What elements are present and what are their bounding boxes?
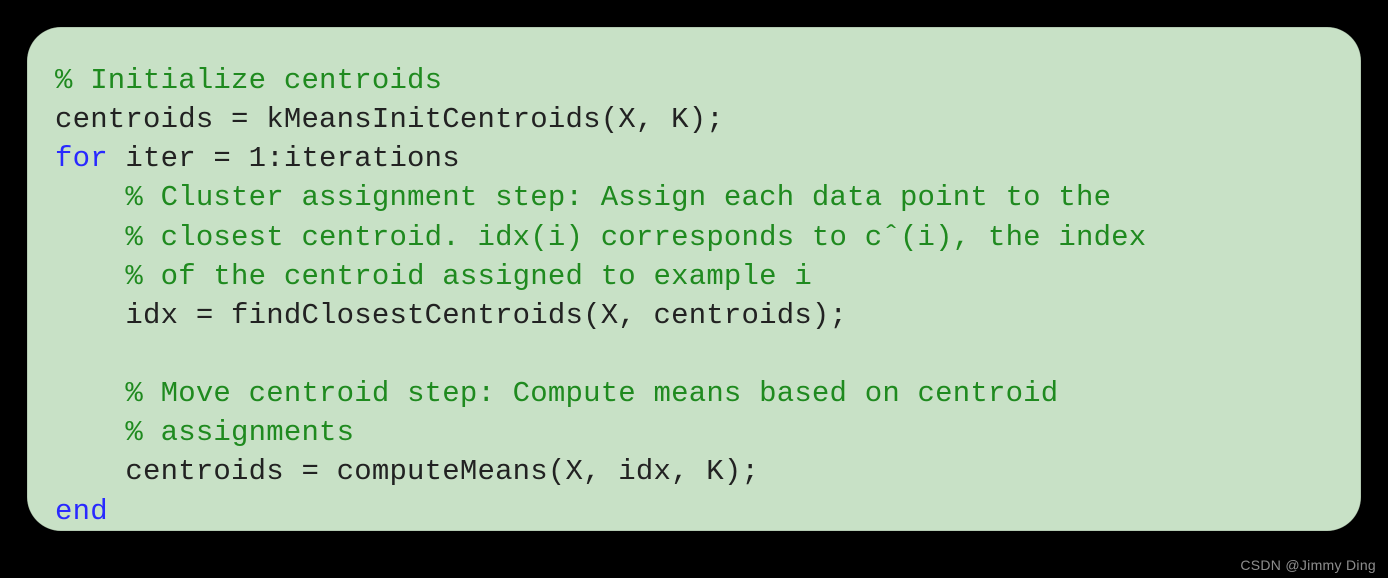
code-block: % Initialize centroids centroids = kMean… [27,27,1361,531]
watermark: CSDN @Jimmy Ding [1240,557,1376,573]
code-content: % Initialize centroids centroids = kMean… [55,61,1333,531]
